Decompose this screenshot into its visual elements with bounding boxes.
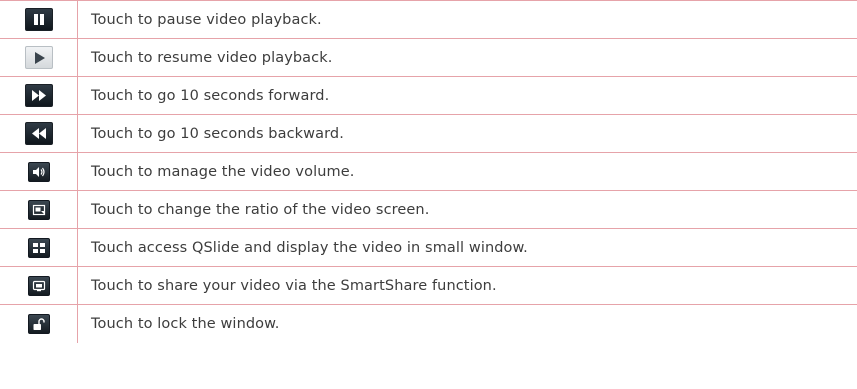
row-description: Touch access QSlide and display the vide… bbox=[91, 239, 528, 256]
icon-cell bbox=[0, 39, 78, 76]
row-description: Touch to manage the video volume. bbox=[91, 163, 355, 180]
row-description: Touch to go 10 seconds backward. bbox=[91, 125, 344, 142]
table-row: Touch to go 10 seconds backward. bbox=[0, 115, 857, 153]
volume-icon bbox=[27, 161, 50, 182]
row-description: Touch to change the ratio of the video s… bbox=[91, 201, 430, 218]
table-row: Touch access QSlide and display the vide… bbox=[0, 229, 857, 267]
row-description: Touch to go 10 seconds forward. bbox=[91, 87, 330, 104]
screen-ratio-icon bbox=[27, 199, 50, 220]
play-icon bbox=[24, 46, 53, 69]
table-row: Touch to pause video playback. bbox=[0, 1, 857, 39]
qslide-icon bbox=[27, 237, 50, 258]
pause-icon bbox=[24, 8, 53, 31]
rewind-icon bbox=[24, 122, 53, 145]
icon-cell bbox=[0, 153, 78, 190]
icon-cell bbox=[0, 191, 78, 228]
icon-cell bbox=[0, 305, 78, 343]
table-row: Touch to go 10 seconds forward. bbox=[0, 77, 857, 115]
icon-cell bbox=[0, 1, 78, 38]
table-row: Touch to manage the video volume. bbox=[0, 153, 857, 191]
row-description: Touch to share your video via the SmartS… bbox=[91, 277, 497, 294]
icon-cell bbox=[0, 229, 78, 266]
icon-cell bbox=[0, 77, 78, 114]
smartshare-icon bbox=[27, 275, 50, 296]
row-description: Touch to lock the window. bbox=[91, 316, 280, 332]
icon-cell bbox=[0, 267, 78, 304]
table-row: Touch to lock the window. bbox=[0, 305, 857, 343]
fast-forward-icon bbox=[24, 84, 53, 107]
row-description: Touch to resume video playback. bbox=[91, 49, 333, 66]
icon-cell bbox=[0, 115, 78, 152]
table-row: Touch to change the ratio of the video s… bbox=[0, 191, 857, 229]
row-description: Touch to pause video playback. bbox=[91, 11, 322, 28]
video-controls-table: Touch to pause video playback. Touch to … bbox=[0, 0, 857, 343]
table-row: Touch to share your video via the SmartS… bbox=[0, 267, 857, 305]
lock-icon bbox=[27, 314, 50, 334]
table-row: Touch to resume video playback. bbox=[0, 39, 857, 77]
